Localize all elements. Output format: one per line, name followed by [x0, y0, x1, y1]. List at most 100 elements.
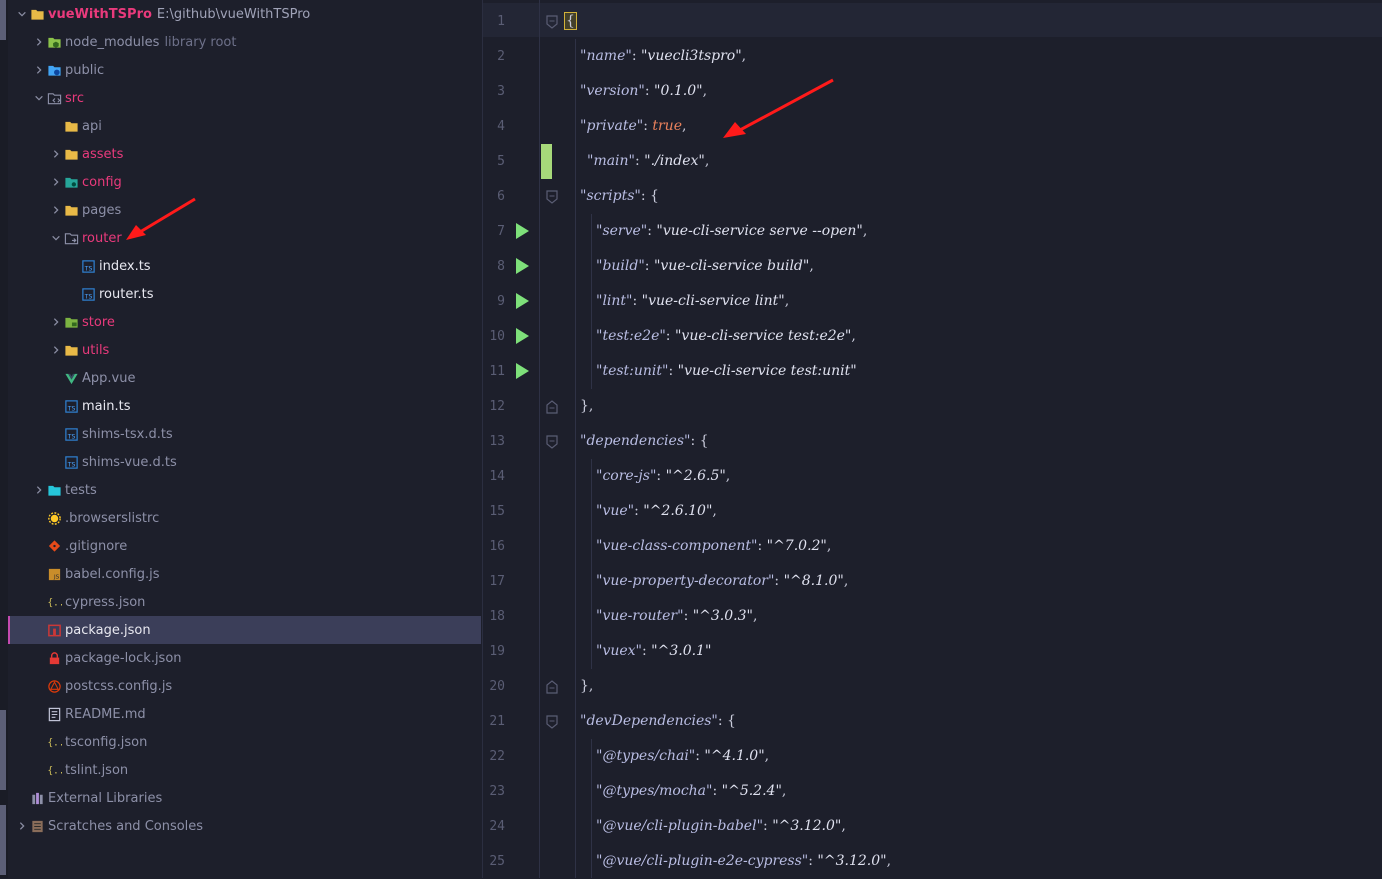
code-line[interactable]: "name": "vuecli3tspro",	[580, 39, 746, 74]
code-line[interactable]: "vue-property-decorator": "^8.1.0",	[596, 564, 848, 599]
code-line[interactable]: "vue": "^2.6.10",	[596, 494, 717, 529]
structure-tool-tab[interactable]	[0, 710, 6, 790]
code-line[interactable]: "vuex": "^3.0.1"	[596, 634, 711, 669]
tree-item-label: utils	[82, 342, 110, 358]
tree-item-package-json[interactable]: package.json	[8, 616, 481, 644]
tree-item-cypress-json[interactable]: {..}cypress.json	[8, 588, 481, 616]
fold-close-icon[interactable]	[546, 679, 558, 694]
chevron-down-icon[interactable]	[16, 8, 28, 20]
project-tree[interactable]: vueWithTSPro E:\github\vueWithTSPro node_m…	[8, 0, 481, 878]
lock-file-icon	[47, 651, 62, 666]
code-line[interactable]: "devDependencies": {	[580, 704, 736, 739]
tree-item-app-vue[interactable]: App.vue	[8, 364, 481, 392]
svg-text:TS: TS	[67, 405, 76, 412]
fold-open-icon[interactable]	[546, 714, 558, 729]
fold-open-icon[interactable]	[546, 14, 558, 29]
chevron-right-icon[interactable]	[50, 148, 62, 160]
code-line[interactable]: "lint": "vue-cli-service lint",	[596, 284, 789, 319]
tree-item-tslint-json[interactable]: {..}tslint.json	[8, 756, 481, 784]
tree-item-label: router.ts	[99, 286, 154, 302]
tree-item-config[interactable]: config	[8, 168, 481, 196]
code-line[interactable]: },	[580, 669, 593, 704]
code-line[interactable]: {	[564, 4, 577, 39]
code-line[interactable]: "serve": "vue-cli-service serve --open",	[596, 214, 867, 249]
code-line[interactable]: "test:unit": "vue-cli-service test:unit"	[596, 354, 857, 389]
code-line[interactable]: },	[580, 389, 593, 424]
fold-close-icon[interactable]	[546, 399, 558, 414]
tree-item-pages[interactable]: pages	[8, 196, 481, 224]
tree-item-postcss-config-js[interactable]: postcss.config.js	[8, 672, 481, 700]
code-line[interactable]: "@types/mocha": "^5.2.4",	[596, 774, 786, 809]
code-editor[interactable]: 1 2 3 4 5 6 7 8 9 10 11 12 13 14 15 16 17 18 19 20 21 22 23 24 2…	[482, 0, 1382, 878]
chevron-right-icon[interactable]	[50, 204, 62, 216]
code-line[interactable]: "@vue/cli-plugin-babel": "^3.12.0",	[596, 809, 846, 844]
run-script-icon[interactable]	[515, 223, 529, 239]
json-punctuation: ,	[851, 328, 856, 344]
favorites-tool-tab[interactable]	[0, 805, 6, 875]
chevron-right-icon[interactable]	[16, 820, 28, 832]
code-line[interactable]: "build": "vue-cli-service build",	[596, 249, 814, 284]
chevron-right-icon[interactable]	[33, 36, 45, 48]
tree-item-babel-config-js[interactable]: JS babel.config.js	[8, 560, 481, 588]
tree-item-browserslistrc[interactable]: .browserslistrc	[8, 504, 481, 532]
code-line[interactable]: "scripts": {	[580, 179, 659, 214]
tree-item-store[interactable]: store	[8, 308, 481, 336]
tree-item-external-libraries[interactable]: External Libraries	[8, 784, 481, 812]
tree-item-utils[interactable]: utils	[8, 336, 481, 364]
changed-line-marker[interactable]	[541, 144, 552, 179]
tree-item-label: tests	[65, 482, 97, 498]
code-line[interactable]: "main": "./index",	[587, 144, 709, 179]
tree-item-shims-vue-d-ts[interactable]: TS shims-vue.d.ts	[8, 448, 481, 476]
line-number: 12	[489, 399, 505, 414]
store-folder-icon	[64, 315, 79, 330]
tree-item-router[interactable]: router	[8, 224, 481, 252]
run-script-icon[interactable]	[515, 293, 529, 309]
json-key: "dependencies"	[580, 433, 691, 449]
chevron-right-icon[interactable]	[50, 176, 62, 188]
code-line[interactable]: "test:e2e": "vue-cli-service test:e2e",	[596, 319, 856, 354]
code-line[interactable]: "vue-router": "^3.0.3",	[596, 599, 757, 634]
tree-item-tsconfig-json[interactable]: {..}tsconfig.json	[8, 728, 481, 756]
tree-item-vuewithtspro[interactable]: vueWithTSPro E:\github\vueWithTSPro	[8, 0, 481, 28]
json-punctuation: : {	[640, 188, 659, 204]
tree-item-assets[interactable]: assets	[8, 140, 481, 168]
code-line[interactable]: "@types/chai": "^4.1.0",	[596, 739, 769, 774]
code-line[interactable]: "@vue/cli-plugin-e2e-cypress": "^3.12.0"…	[596, 844, 891, 879]
tree-item-api[interactable]: api	[8, 112, 481, 140]
tree-item-scratches-and-consoles[interactable]: Scratches and Consoles	[8, 812, 481, 840]
router-folder-icon	[64, 231, 79, 246]
json-punctuation: : {	[690, 433, 709, 449]
fold-open-icon[interactable]	[546, 434, 558, 449]
code-line[interactable]: "vue-class-component": "^7.0.2",	[596, 529, 831, 564]
tree-item-node-modules[interactable]: node_modules library root	[8, 28, 481, 56]
tree-item-src[interactable]: src	[8, 84, 481, 112]
code-line[interactable]: "version": "0.1.0",	[580, 74, 707, 109]
line-number: 9	[497, 294, 505, 309]
tree-item-tests[interactable]: tests	[8, 476, 481, 504]
chevron-right-icon[interactable]	[50, 344, 62, 356]
tree-item-router-ts[interactable]: TS router.ts	[8, 280, 481, 308]
code-line[interactable]: "dependencies": {	[580, 424, 709, 459]
tree-item-gitignore[interactable]: .gitignore	[8, 532, 481, 560]
fold-open-icon[interactable]	[546, 189, 558, 204]
code-line[interactable]: "core-js": "^2.6.5",	[596, 459, 730, 494]
svg-text:{..}: {..}	[47, 737, 62, 748]
run-script-icon[interactable]	[515, 363, 529, 379]
tree-item-package-lock-json[interactable]: package-lock.json	[8, 644, 481, 672]
chevron-down-icon[interactable]	[33, 92, 45, 104]
chevron-right-icon[interactable]	[33, 484, 45, 496]
tree-item-shims-tsx-d-ts[interactable]: TS shims-tsx.d.ts	[8, 420, 481, 448]
tree-item-readme-md[interactable]: README.md	[8, 700, 481, 728]
project-tool-tab[interactable]	[0, 0, 6, 40]
chevron-down-icon[interactable]	[50, 232, 62, 244]
chevron-right-icon[interactable]	[50, 316, 62, 328]
run-script-icon[interactable]	[515, 258, 529, 274]
run-script-icon[interactable]	[515, 328, 529, 344]
code-line[interactable]: "private": true,	[580, 109, 686, 144]
tree-item-main-ts[interactable]: TS main.ts	[8, 392, 481, 420]
tree-item-public[interactable]: public	[8, 56, 481, 84]
chevron-right-icon[interactable]	[33, 64, 45, 76]
line-number: 17	[489, 574, 505, 589]
json-key: "@vue/cli-plugin-e2e-cypress"	[596, 853, 809, 869]
tree-item-index-ts[interactable]: TS index.ts	[8, 252, 481, 280]
